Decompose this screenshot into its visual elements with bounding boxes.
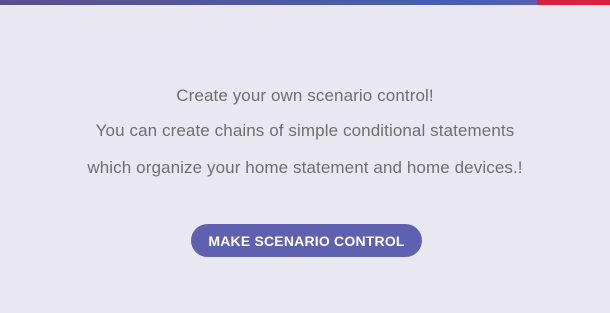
make-scenario-control-button[interactable]: MAKE SCENARIO CONTROL xyxy=(191,224,422,257)
intro-line-1: Create your own scenario control! xyxy=(176,86,434,105)
intro-line-3: which organize your home statement and h… xyxy=(87,158,523,177)
empty-state-panel: Create your own scenario control! You ca… xyxy=(0,0,610,313)
intro-line-2: You can create chains of simple conditio… xyxy=(95,121,515,140)
